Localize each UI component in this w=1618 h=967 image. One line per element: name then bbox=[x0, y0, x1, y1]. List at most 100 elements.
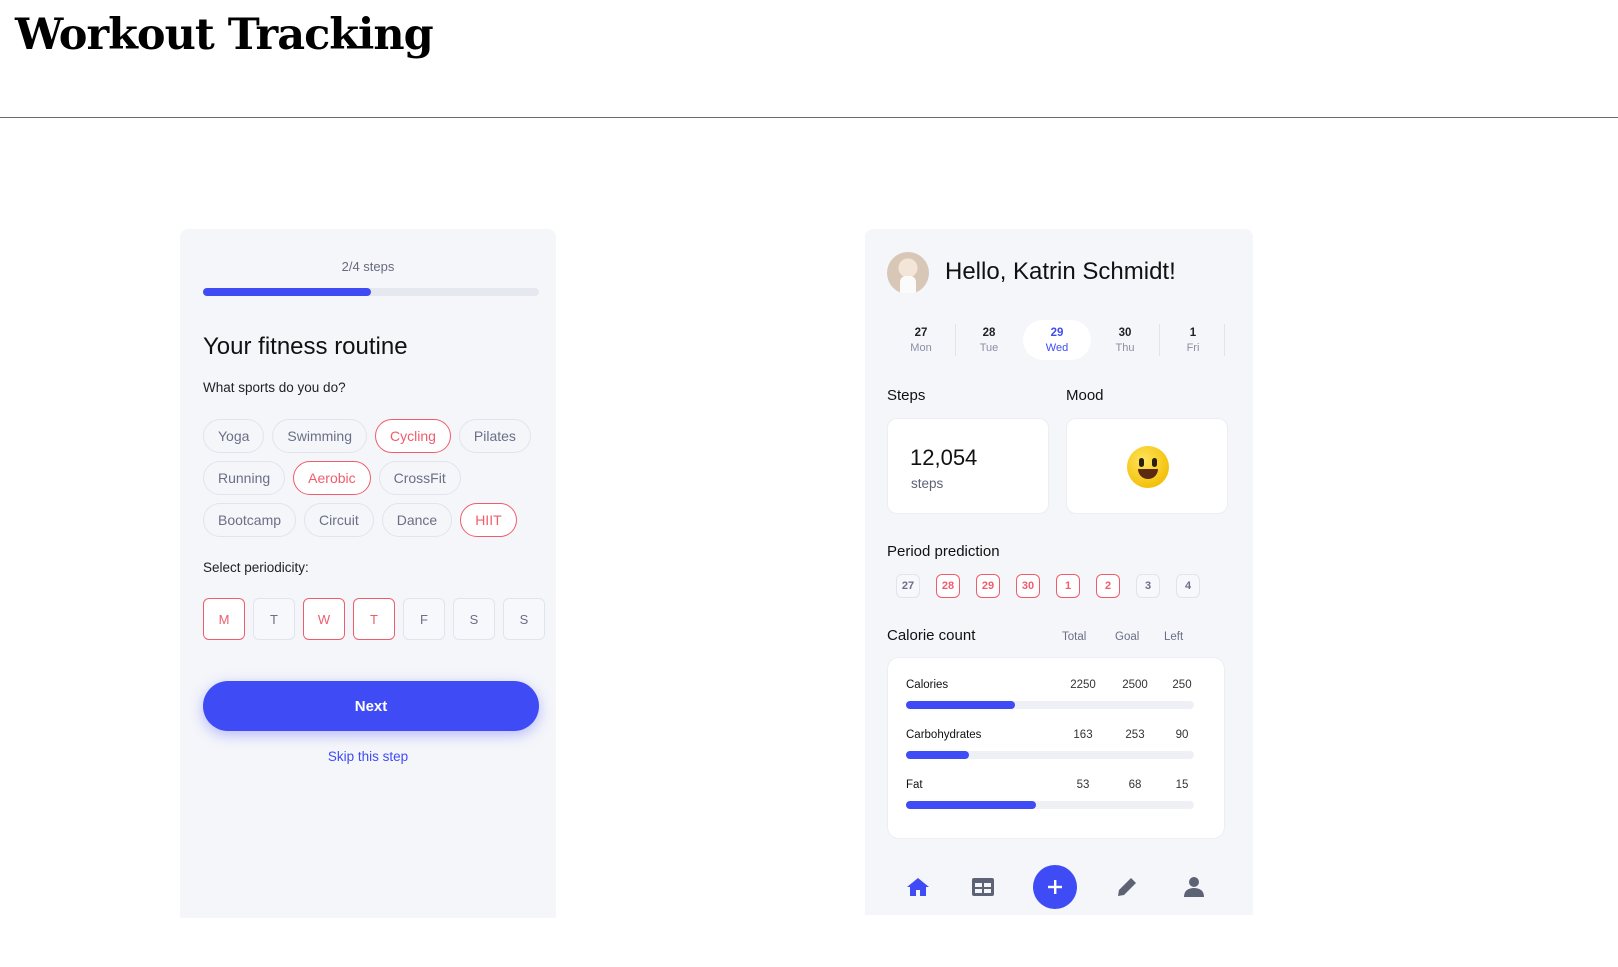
chip-row: Running Aerobic CrossFit bbox=[203, 461, 543, 495]
page-title: Workout Tracking bbox=[15, 10, 434, 60]
week-day-30[interactable]: 30 Thu bbox=[1091, 320, 1159, 360]
period-day[interactable]: 3 bbox=[1136, 574, 1160, 598]
steps-progress-label: 2/4 steps bbox=[341, 259, 395, 274]
calorie-row-goal: 68 bbox=[1128, 779, 1142, 791]
calorie-row-goal: 253 bbox=[1125, 729, 1145, 741]
calorie-row-bar bbox=[906, 701, 1194, 709]
steps-card[interactable]: 12,054 steps bbox=[887, 418, 1049, 514]
smiley-eye bbox=[1152, 458, 1157, 467]
calorie-row: Carbohydrates 163 253 90 bbox=[906, 729, 1206, 759]
chip-row: Yoga Swimming Cycling Pilates bbox=[203, 419, 543, 453]
period-day[interactable]: 30 bbox=[1016, 574, 1040, 598]
period-prediction-heading: Period prediction bbox=[887, 543, 1000, 560]
home-icon[interactable] bbox=[896, 865, 940, 909]
dashboard-card: Hello, Katrin Schmidt! 27 Mon 28 Tue 29 … bbox=[865, 229, 1253, 915]
period-day[interactable]: 2 bbox=[1096, 574, 1120, 598]
calorie-row-bar-fill bbox=[906, 701, 1016, 709]
week-day-number: 30 bbox=[1118, 326, 1132, 339]
calorie-row-total: 2250 bbox=[1070, 679, 1096, 691]
chip-row: Bootcamp Circuit Dance HIIT bbox=[203, 503, 543, 537]
calorie-row-bar bbox=[906, 801, 1194, 809]
period-day[interactable]: 1 bbox=[1056, 574, 1080, 598]
week-day-name: Mon bbox=[910, 341, 932, 354]
periodicity-label: Select periodicity: bbox=[203, 560, 309, 575]
week-day-number: 28 bbox=[982, 326, 996, 339]
next-button[interactable]: Next bbox=[203, 681, 539, 731]
steps-value: 12,054 bbox=[910, 445, 978, 470]
user-icon[interactable] bbox=[1172, 865, 1216, 909]
sport-chip-dance[interactable]: Dance bbox=[381, 503, 453, 537]
sport-chip-cycling[interactable]: Cycling bbox=[375, 419, 451, 453]
weekday-toggle-sat[interactable]: S bbox=[453, 598, 495, 640]
calorie-row: Calories 2250 2500 250 bbox=[906, 679, 1206, 709]
calorie-row-name: Carbohydrates bbox=[906, 729, 982, 741]
mood-card[interactable] bbox=[1066, 418, 1228, 514]
smiley-eye bbox=[1139, 458, 1144, 467]
sport-chip-aerobic[interactable]: Aerobic bbox=[293, 461, 371, 495]
weekday-toggle-fri[interactable]: F bbox=[403, 598, 445, 640]
week-strip-divider bbox=[1224, 324, 1225, 356]
bottom-nav bbox=[887, 865, 1225, 909]
grid-icon[interactable] bbox=[961, 865, 1005, 909]
weekday-toggle-wed[interactable]: W bbox=[303, 598, 345, 640]
sport-chip-running[interactable]: Running bbox=[203, 461, 286, 495]
calorie-row-left: 250 bbox=[1172, 679, 1192, 691]
week-day-number: 1 bbox=[1189, 326, 1197, 339]
calorie-header-goal: Goal bbox=[1115, 631, 1140, 643]
progress-bar bbox=[203, 288, 539, 296]
sport-chip-yoga[interactable]: Yoga bbox=[203, 419, 265, 453]
sport-chip-swimming[interactable]: Swimming bbox=[272, 419, 367, 453]
week-day-27[interactable]: 27 Mon bbox=[887, 320, 955, 360]
week-day-29[interactable]: 29 Wed bbox=[1023, 320, 1091, 360]
smiley-mouth bbox=[1138, 469, 1158, 479]
sports-chip-group: Yoga Swimming Cycling Pilates Running Ae… bbox=[203, 419, 543, 545]
weekday-toggle-mon[interactable]: M bbox=[203, 598, 245, 640]
plus-icon[interactable] bbox=[1033, 865, 1077, 909]
sport-chip-circuit[interactable]: Circuit bbox=[304, 503, 374, 537]
calorie-row-total: 163 bbox=[1073, 729, 1093, 741]
smiley-face-icon bbox=[1127, 446, 1169, 488]
steps-unit: steps bbox=[911, 476, 944, 491]
sport-chip-pilates[interactable]: Pilates bbox=[458, 419, 531, 453]
steps-heading: Steps bbox=[887, 387, 926, 404]
week-day-number: 29 bbox=[1050, 326, 1064, 339]
sport-chip-hiit[interactable]: HIIT bbox=[460, 503, 517, 537]
period-day[interactable]: 27 bbox=[896, 574, 920, 598]
weekday-toggle-sun[interactable]: S bbox=[503, 598, 545, 640]
calorie-header-total: Total bbox=[1062, 631, 1087, 643]
week-day-1[interactable]: 1 Fri bbox=[1159, 320, 1227, 360]
skip-step-link[interactable]: Skip this step bbox=[180, 749, 556, 764]
calorie-row-bar-fill bbox=[906, 751, 970, 759]
week-day-number: 27 bbox=[914, 326, 928, 339]
calorie-row-left: 90 bbox=[1175, 729, 1189, 741]
calorie-table: Calories 2250 2500 250 Carbohydrates 163… bbox=[887, 657, 1225, 839]
calorie-row: Fat 53 68 15 bbox=[906, 779, 1206, 809]
week-strip: 27 Mon 28 Tue 29 Wed 30 Thu 1 Fri bbox=[887, 320, 1229, 360]
weekday-toggle-thu[interactable]: T bbox=[353, 598, 395, 640]
week-day-name: Wed bbox=[1045, 341, 1069, 354]
avatar[interactable] bbox=[887, 252, 929, 294]
period-day[interactable]: 4 bbox=[1176, 574, 1200, 598]
calorie-row-goal: 2500 bbox=[1122, 679, 1148, 691]
week-day-name: Thu bbox=[1115, 341, 1135, 354]
calorie-row-bar-fill bbox=[906, 801, 1036, 809]
routine-title: Your fitness routine bbox=[203, 333, 408, 360]
calorie-header-left: Left bbox=[1164, 631, 1184, 643]
period-prediction-row: 27 28 29 30 1 2 3 4 bbox=[896, 574, 1200, 598]
onboarding-card: 2/4 steps Your fitness routine What spor… bbox=[180, 229, 556, 918]
calorie-row-name: Fat bbox=[906, 779, 923, 791]
calorie-row-total: 53 bbox=[1076, 779, 1090, 791]
week-day-28[interactable]: 28 Tue bbox=[955, 320, 1023, 360]
progress-bar-fill bbox=[203, 288, 371, 296]
calorie-row-left: 15 bbox=[1175, 779, 1189, 791]
period-day[interactable]: 29 bbox=[976, 574, 1000, 598]
weekday-toggle-tue[interactable]: T bbox=[253, 598, 295, 640]
calorie-row-bar bbox=[906, 751, 1194, 759]
sports-question: What sports do you do? bbox=[203, 380, 346, 395]
sport-chip-bootcamp[interactable]: Bootcamp bbox=[203, 503, 297, 537]
pencil-icon[interactable] bbox=[1105, 865, 1149, 909]
sport-chip-crossfit[interactable]: CrossFit bbox=[378, 461, 461, 495]
period-day[interactable]: 28 bbox=[936, 574, 960, 598]
calorie-count-heading: Calorie count bbox=[887, 627, 976, 644]
week-day-name: Tue bbox=[979, 341, 999, 354]
